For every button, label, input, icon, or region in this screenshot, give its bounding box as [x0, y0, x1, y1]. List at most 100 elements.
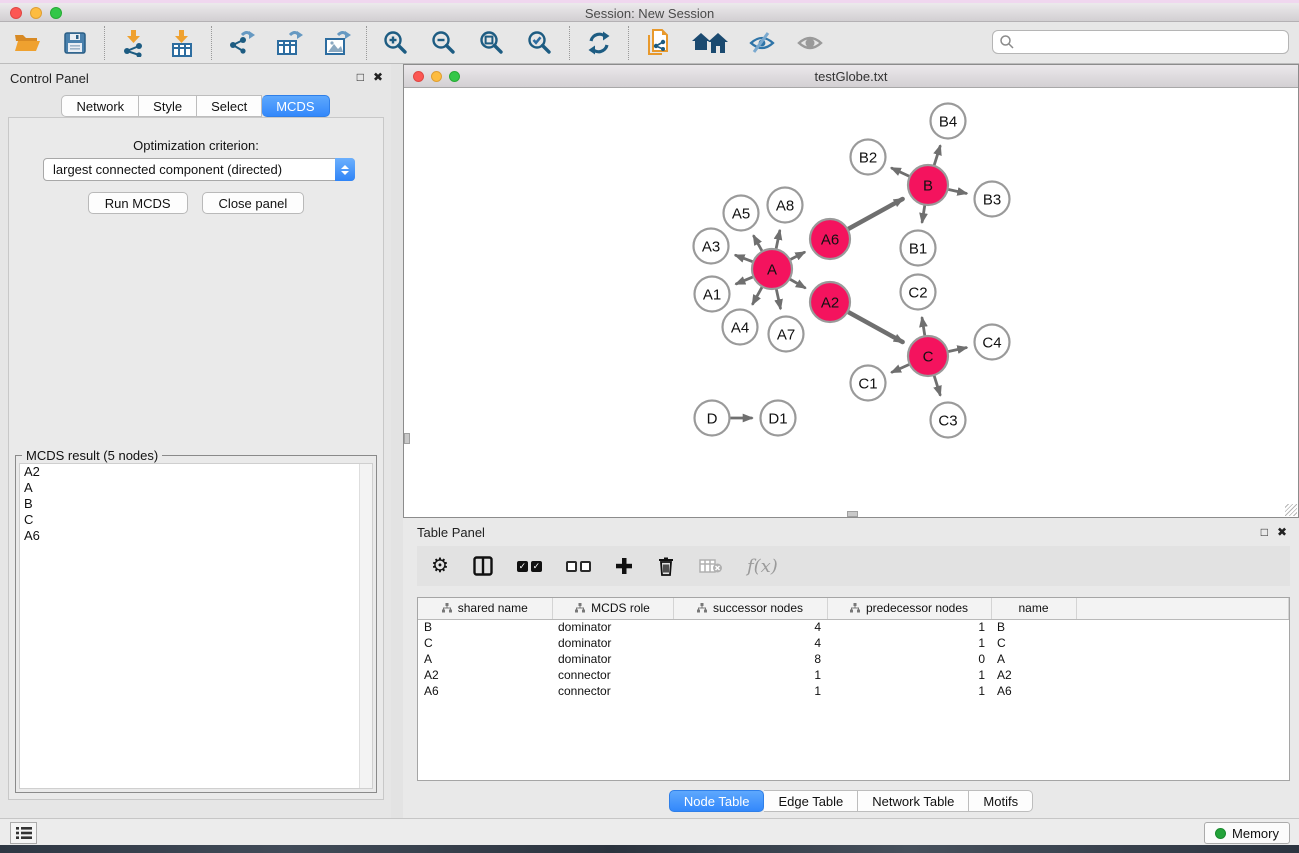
column-header-predecessor-nodes[interactable]: predecessor nodes: [827, 598, 991, 619]
graph-node[interactable]: C3: [931, 403, 966, 438]
graph-node[interactable]: C: [908, 336, 948, 376]
task-history-button[interactable]: [10, 822, 37, 844]
select-all-columns-icon[interactable]: ✓✓: [517, 561, 542, 572]
node-table[interactable]: shared name MCDS role successor nodes pr…: [417, 597, 1290, 781]
graph-node[interactable]: C4: [975, 325, 1010, 360]
zoom-out-icon[interactable]: [429, 28, 459, 58]
float-panel-icon[interactable]: □: [357, 70, 364, 84]
export-image-icon[interactable]: [322, 28, 352, 58]
result-list-item[interactable]: A: [20, 480, 372, 496]
graph-node[interactable]: A1: [695, 277, 730, 312]
tab-style[interactable]: Style: [139, 95, 197, 117]
unselect-all-columns-icon[interactable]: [566, 561, 591, 572]
table-settings-gear-icon[interactable]: ⚙: [431, 556, 449, 576]
graph-node[interactable]: B4: [931, 104, 966, 139]
function-builder-icon[interactable]: f(x): [747, 556, 778, 577]
table-row[interactable]: A6connector11A6: [418, 683, 1289, 699]
search-field[interactable]: [992, 30, 1289, 54]
graph-node-label: C3: [938, 412, 957, 429]
dropdown-stepper-icon: [335, 158, 355, 181]
zoom-in-icon[interactable]: [381, 28, 411, 58]
memory-button[interactable]: Memory: [1204, 822, 1290, 844]
graph-node[interactable]: A: [752, 249, 792, 289]
graph-node[interactable]: A6: [810, 219, 850, 259]
float-panel-icon[interactable]: □: [1261, 525, 1268, 539]
graph-node[interactable]: A2: [810, 282, 850, 322]
import-network-icon[interactable]: [119, 28, 149, 58]
graph-node[interactable]: B: [908, 165, 948, 205]
horizontal-scroll-thumb[interactable]: [847, 511, 858, 517]
zoom-fit-icon[interactable]: [477, 28, 507, 58]
network-graph[interactable]: B4 B2 B B3 A8 A5 A6 B1 A3 A A1 C2 A2 A4 A7 C4 C C1 C3 D D1: [404, 88, 1298, 517]
graph-node[interactable]: A5: [724, 196, 759, 231]
save-session-icon[interactable]: [60, 28, 90, 58]
graph-node[interactable]: D1: [761, 401, 796, 436]
table-row[interactable]: Cdominator41C: [418, 635, 1289, 651]
graph-node[interactable]: B3: [975, 182, 1010, 217]
import-table-icon[interactable]: [167, 28, 197, 58]
tab-edge-table[interactable]: Edge Table: [764, 790, 858, 812]
graph-node[interactable]: A3: [694, 229, 729, 264]
close-panel-icon[interactable]: ✖: [1277, 525, 1287, 539]
window-resize-grip[interactable]: [1285, 504, 1297, 516]
network-canvas[interactable]: B4 B2 B B3 A8 A5 A6 B1 A3 A A1 C2 A2 A4 A7 C4 C C1 C3 D D1: [404, 88, 1298, 517]
column-header-filler: [1076, 598, 1289, 619]
result-list-item[interactable]: B: [20, 496, 372, 512]
delete-table-icon[interactable]: [699, 558, 723, 574]
zoom-selected-icon[interactable]: [525, 28, 555, 58]
close-panel-button[interactable]: Close panel: [202, 192, 305, 214]
close-panel-icon[interactable]: ✖: [373, 70, 383, 84]
graph-node-label: B4: [939, 113, 957, 130]
criterion-value: largest connected component (directed): [53, 162, 282, 177]
export-network-icon[interactable]: [226, 28, 256, 58]
hide-graphics-details-icon[interactable]: [747, 28, 777, 58]
tab-network[interactable]: Network: [61, 95, 139, 117]
graph-node[interactable]: B2: [851, 140, 886, 175]
table-toolbar: ⚙ ✓✓ f(x): [417, 546, 1290, 586]
refresh-icon[interactable]: [584, 28, 614, 58]
graph-node[interactable]: C2: [901, 275, 936, 310]
mcds-result-list[interactable]: A2 A B C A6: [19, 463, 373, 789]
tab-network-table[interactable]: Network Table: [858, 790, 969, 812]
column-header-name[interactable]: name: [991, 598, 1076, 619]
column-header-shared-name[interactable]: shared name: [418, 598, 552, 619]
table-row[interactable]: Adominator80A: [418, 651, 1289, 667]
delete-column-icon[interactable]: [657, 556, 675, 576]
toolbar-separator: [628, 26, 629, 60]
vertical-scroll-thumb[interactable]: [404, 433, 410, 444]
graph-node[interactable]: A4: [723, 310, 758, 345]
graph-node[interactable]: A7: [769, 317, 804, 352]
graph-node-label: C: [923, 348, 934, 365]
add-column-icon[interactable]: [615, 557, 633, 575]
tab-node-table[interactable]: Node Table: [669, 790, 765, 812]
run-mcds-button[interactable]: Run MCDS: [88, 192, 188, 214]
tab-select[interactable]: Select: [197, 95, 262, 117]
result-list-item[interactable]: A2: [20, 464, 372, 480]
graph-node-label: A5: [732, 205, 750, 222]
result-list-item[interactable]: A6: [20, 528, 372, 544]
table-header-row: shared name MCDS role successor nodes pr…: [418, 598, 1289, 619]
open-file-icon[interactable]: [12, 28, 42, 58]
network-window-titlebar[interactable]: testGlobe.txt: [404, 65, 1298, 88]
table-row[interactable]: A2connector11A2: [418, 667, 1289, 683]
criterion-dropdown[interactable]: largest connected component (directed): [43, 158, 355, 181]
search-input[interactable]: [1015, 32, 1288, 52]
clone-network-icon[interactable]: [643, 28, 673, 58]
table-panel-title: Table Panel: [417, 525, 485, 540]
tab-mcds[interactable]: MCDS: [262, 95, 329, 117]
graph-node[interactable]: B1: [901, 231, 936, 266]
column-header-mcds-role[interactable]: MCDS role: [552, 598, 673, 619]
graph-node-label: A2: [821, 294, 839, 311]
graph-node[interactable]: D: [695, 401, 730, 436]
cybrowser-home-icon[interactable]: [691, 28, 729, 58]
tab-motifs[interactable]: Motifs: [969, 790, 1033, 812]
column-layout-icon[interactable]: [473, 556, 493, 576]
column-header-successor-nodes[interactable]: successor nodes: [673, 598, 827, 619]
result-scrollbar[interactable]: [359, 464, 372, 788]
show-graphics-details-icon[interactable]: [795, 28, 825, 58]
graph-node[interactable]: C1: [851, 366, 886, 401]
result-list-item[interactable]: C: [20, 512, 372, 528]
graph-node[interactable]: A8: [768, 188, 803, 223]
export-table-icon[interactable]: [274, 28, 304, 58]
table-row[interactable]: Bdominator41B: [418, 619, 1289, 635]
